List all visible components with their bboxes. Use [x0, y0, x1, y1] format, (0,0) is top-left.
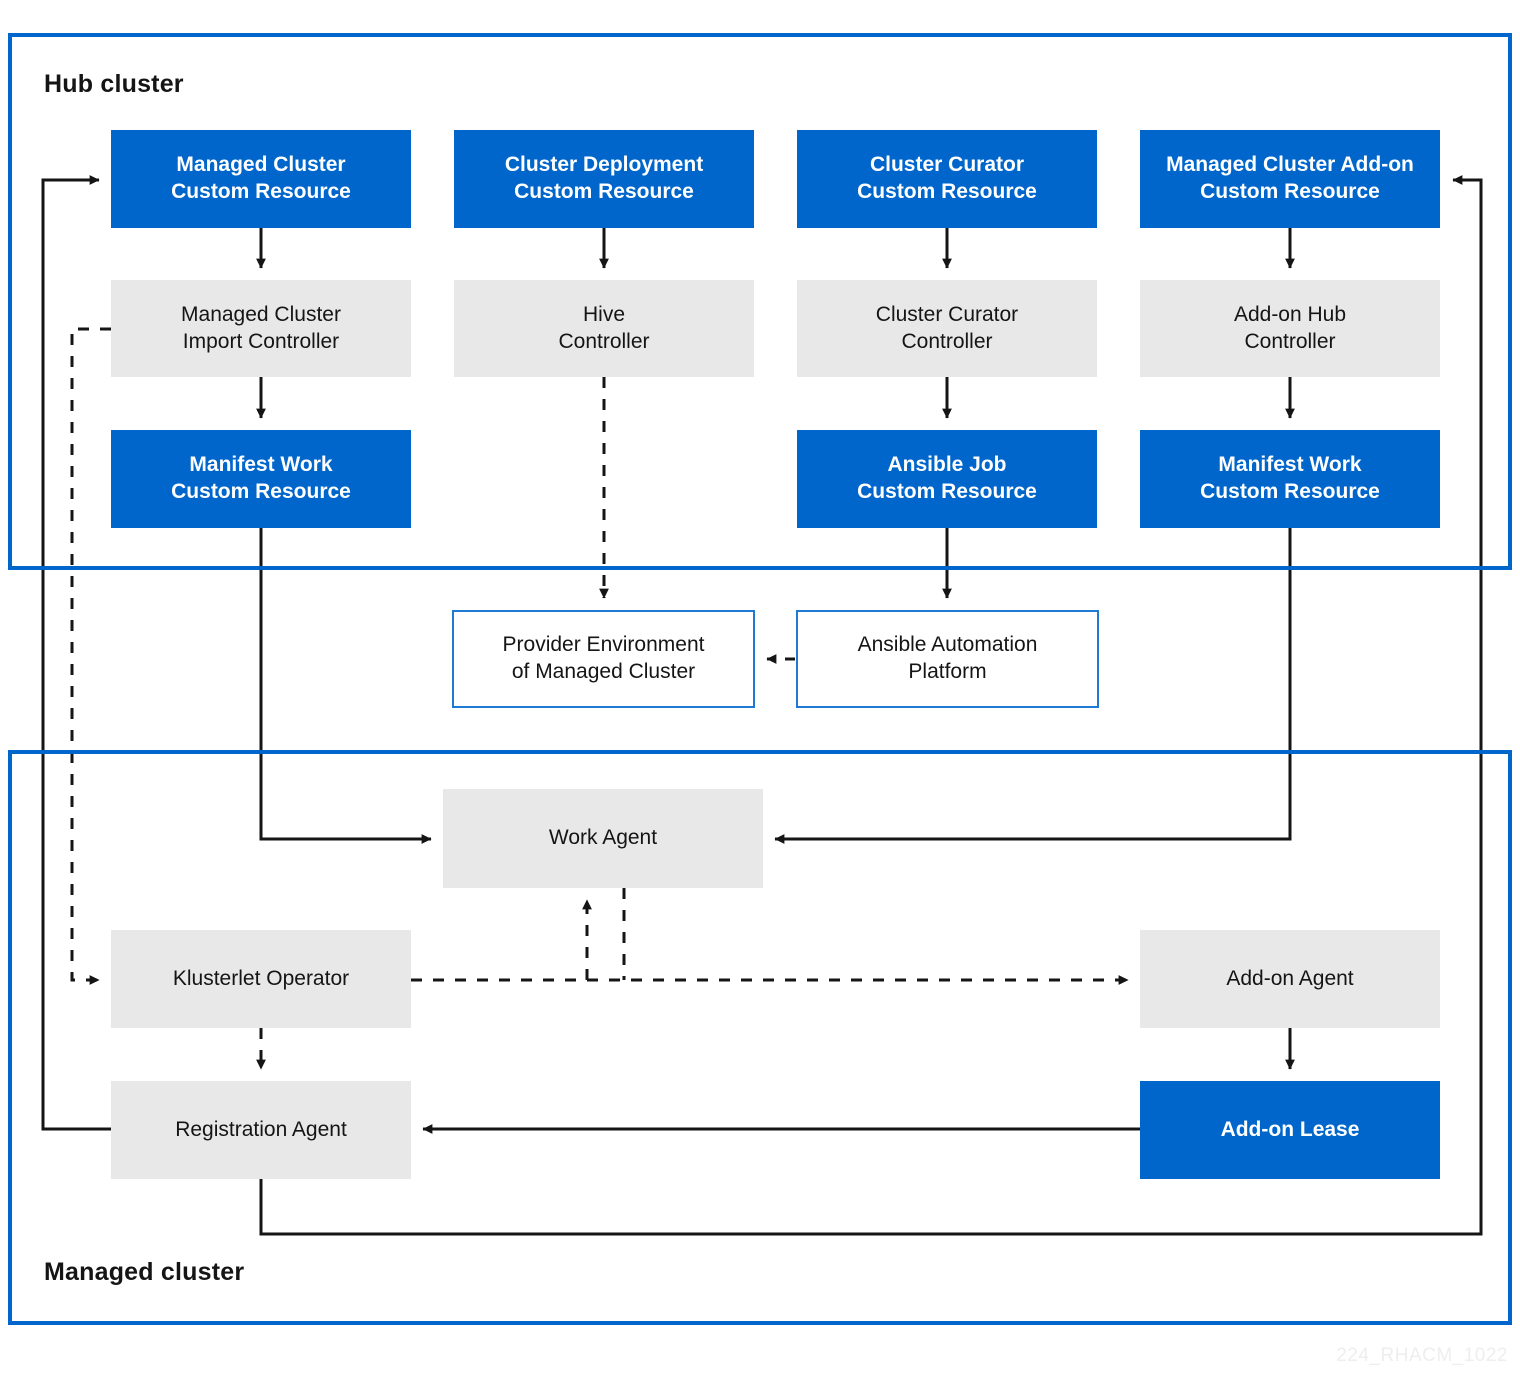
- node-cluster-curator-controller[interactable]: Cluster Curator Controller: [797, 280, 1097, 377]
- node-addon-lease[interactable]: Add-on Lease: [1140, 1081, 1440, 1179]
- watermark-label: 224_RHACM_1022: [1336, 1345, 1508, 1366]
- hub-cluster-title: Hub cluster: [44, 70, 184, 98]
- node-cluster-curator-cr[interactable]: Cluster Curator Custom Resource: [797, 130, 1097, 228]
- node-manifest-work-cr-right[interactable]: Manifest Work Custom Resource: [1140, 430, 1440, 528]
- managed-cluster-title: Managed cluster: [44, 1258, 245, 1286]
- node-klusterlet-operator[interactable]: Klusterlet Operator: [111, 930, 411, 1028]
- node-managed-cluster-import-controller[interactable]: Managed Cluster Import Controller: [111, 280, 411, 377]
- node-ansible-automation-platform[interactable]: Ansible Automation Platform: [796, 610, 1099, 708]
- node-addon-agent[interactable]: Add-on Agent: [1140, 930, 1440, 1028]
- node-cluster-deployment-cr[interactable]: Cluster Deployment Custom Resource: [454, 130, 754, 228]
- node-ansible-job-cr[interactable]: Ansible Job Custom Resource: [797, 430, 1097, 528]
- node-provider-environment[interactable]: Provider Environment of Managed Cluster: [452, 610, 755, 708]
- node-managed-cluster-addon-cr[interactable]: Managed Cluster Add-on Custom Resource: [1140, 130, 1440, 228]
- node-managed-cluster-cr[interactable]: Managed Cluster Custom Resource: [111, 130, 411, 228]
- node-addon-hub-controller[interactable]: Add-on Hub Controller: [1140, 280, 1440, 377]
- diagram-canvas: Hub cluster Managed cluster Managed Clus…: [0, 0, 1520, 1400]
- node-registration-agent[interactable]: Registration Agent: [111, 1081, 411, 1179]
- node-work-agent[interactable]: Work Agent: [443, 789, 763, 888]
- node-hive-controller[interactable]: Hive Controller: [454, 280, 754, 377]
- node-manifest-work-cr-left[interactable]: Manifest Work Custom Resource: [111, 430, 411, 528]
